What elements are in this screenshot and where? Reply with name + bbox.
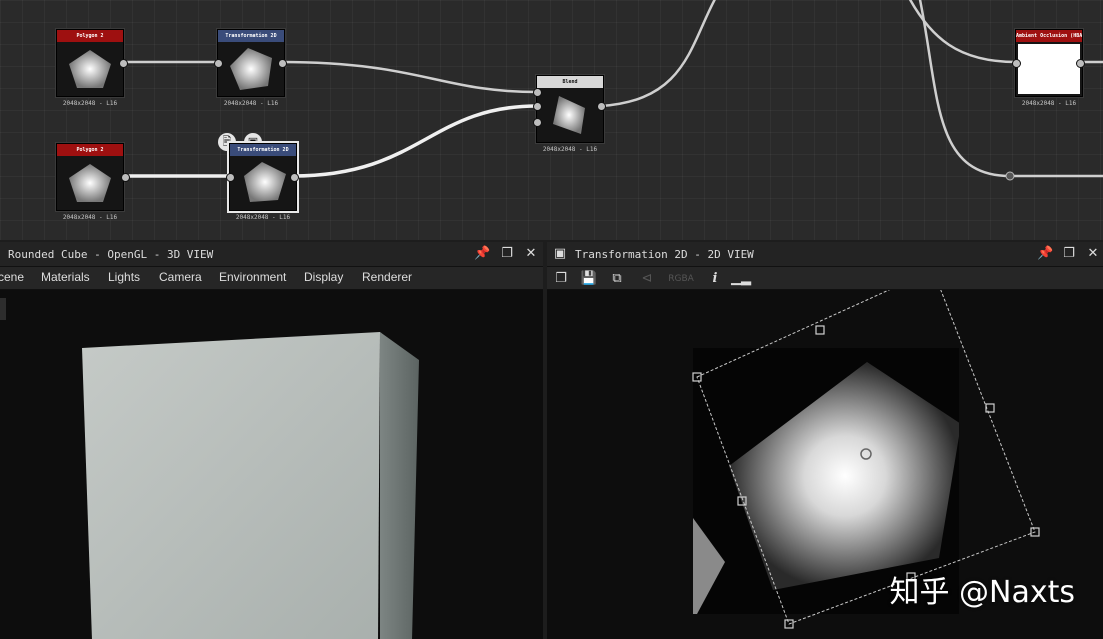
menu-camera[interactable]: Camera [159,270,202,284]
node-title: Transformation 2D [230,144,296,156]
node-resolution: 2048x2048 - L16 [62,214,118,221]
polygon-node-2[interactable]: Polygon 2 2048x2048 - L16 [56,143,130,221]
watermark: 知乎 @Naxts [889,575,1075,610]
menu-display[interactable]: Display [304,270,343,284]
menu-environment[interactable]: Environment [219,270,286,284]
node-title: Transformation 2D [218,30,284,42]
restore-icon[interactable]: ❐ [1061,246,1077,262]
duplicate-icon[interactable]: ⧉ [607,270,627,288]
node-resolution: 2048x2048 - L16 [235,214,291,221]
output-port[interactable] [1076,59,1085,68]
node-title: Polygon 2 [57,30,123,42]
node-resolution: 2048x2048 - L16 [1021,100,1077,107]
input-port-mask[interactable] [533,118,542,127]
node-thumbnail [69,50,111,88]
panel-header: ▣ Transformation 2D - 2D VIEW 📌 ❐ ✕ [547,242,1103,267]
output-port[interactable] [290,173,299,182]
polygon-node-1[interactable]: Polygon 2 2048x2048 - L16 [56,29,128,107]
node-thumbnail [1018,44,1080,94]
ambient-occlusion-node[interactable]: Ambient Occlusion (HBAO) 2048x2048 - L16 [1012,29,1085,107]
3d-view-panel: Rounded Cube - OpenGL - 3D VIEW 📌 ❐ ✕ ce… [0,242,543,639]
blend-node[interactable]: Blend 2048x2048 - L16 [533,75,606,153]
transformation-node-1[interactable]: Transformation 2D 2048x2048 - L16 [214,29,287,107]
output-port[interactable] [121,173,130,182]
node-resolution: 2048x2048 - L16 [223,100,279,107]
node-title: Blend [537,76,603,88]
node-thumbnail [69,164,111,202]
wire-transform1-blend [279,60,539,94]
menu-lights[interactable]: Lights [108,270,140,284]
node-resolution: 2048x2048 - L16 [542,146,598,153]
node-thumbnail [230,48,272,90]
node-title: Polygon 2 [57,144,123,156]
panel-header: Rounded Cube - OpenGL - 3D VIEW 📌 ❐ ✕ [0,242,543,267]
panel-title: Rounded Cube - OpenGL - 3D VIEW [8,248,214,261]
pin-icon[interactable]: 📌 [474,246,490,262]
rounded-cube-render [82,332,419,639]
node-graph[interactable]: Polygon 2 2048x2048 - L16 Transformation… [0,0,1103,240]
menu-materials[interactable]: Materials [41,270,90,284]
3d-view-menubar: cene Materials Lights Camera Environment… [0,267,543,290]
restore-icon[interactable]: ❐ [499,246,515,262]
node-resolution: 2048x2048 - L16 [62,100,118,107]
share-icon[interactable]: ⊲ [637,270,657,288]
copy-icon[interactable]: ❐ [551,270,571,288]
close-icon[interactable]: ✕ [1085,246,1101,262]
gizmo-handle [815,325,825,335]
node-title: Ambient Occlusion (HBAO) [1016,30,1082,42]
input-port[interactable] [1012,59,1021,68]
3d-viewport[interactable] [0,290,543,639]
output-port[interactable] [278,59,287,68]
input-port[interactable] [214,59,223,68]
input-port-background[interactable] [533,102,542,111]
wire-blend-out [599,0,716,108]
transformation-node-2[interactable]: Transformation 2D 2048x2048 - L16 [226,143,299,221]
pin-icon[interactable]: 📌 [1037,246,1053,262]
2d-view-toolbar [547,267,1103,290]
channel-select[interactable]: RGBA [663,270,699,288]
input-port[interactable] [226,173,235,182]
node-thumbnail [553,96,585,134]
histogram-icon[interactable]: ▁▂ [731,270,751,288]
menu-renderer[interactable]: Renderer [362,270,412,284]
output-port[interactable] [597,102,606,111]
save-icon[interactable]: 💾 [579,270,599,288]
wire-transform2-blend [291,104,539,178]
input-port-foreground[interactable] [533,88,542,97]
panel-title: Transformation 2D - 2D VIEW [575,248,754,261]
output-port[interactable] [119,59,128,68]
menu-scene[interactable]: cene [0,270,24,284]
info-icon[interactable]: i [705,270,725,288]
node-thumbnail [244,162,286,202]
checker-icon: ▣ [553,246,567,261]
reroute-dot [1005,171,1015,181]
close-icon[interactable]: ✕ [523,246,539,262]
